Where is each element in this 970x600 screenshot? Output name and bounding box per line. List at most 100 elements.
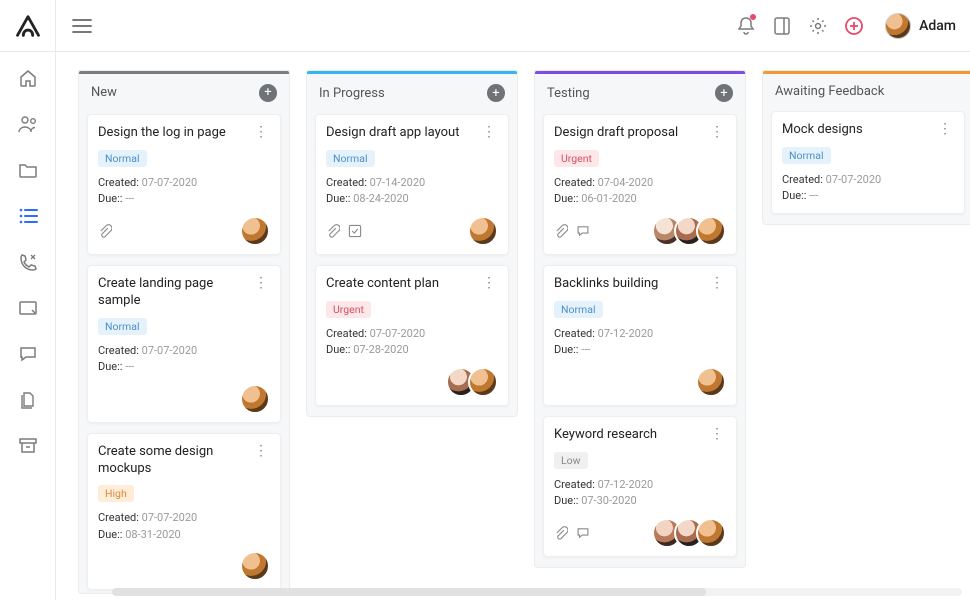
nav-files-icon[interactable] [16, 388, 40, 412]
top-bar: Adam [0, 0, 970, 52]
task-card[interactable]: Mock designs⋮NormalCreated: 07-07-2020Du… [771, 111, 965, 214]
card-title[interactable]: Create landing page sample [98, 276, 252, 310]
column-add-button[interactable]: + [487, 84, 505, 102]
meta-created-value: 07-07-2020 [142, 176, 198, 189]
user-menu[interactable]: Adam [885, 13, 956, 39]
task-card[interactable]: Keyword research⋮ Low Created: 07-12-2020D… [543, 416, 737, 557]
meta-due-value: --- [581, 343, 590, 356]
priority-badge: Normal [326, 150, 375, 167]
meta-created-label: Created: [782, 173, 823, 186]
card-menu-icon[interactable]: ⋮ [252, 276, 270, 290]
meta-created-value: 07-07-2020 [142, 511, 198, 524]
task-card[interactable]: Create landing page sample⋮NormalCreated… [87, 265, 281, 423]
column-title: New [91, 85, 259, 100]
nav-call-icon[interactable] [16, 250, 40, 274]
task-card[interactable]: Create content plan⋮UrgentCreated: 07-07… [315, 265, 509, 406]
meta-due-value: 08-31-2020 [125, 528, 181, 541]
meta-due-value: 06-01-2020 [581, 192, 637, 205]
nav-card-icon[interactable] [16, 296, 40, 320]
assignee-avatars[interactable] [652, 518, 726, 548]
nav-folder-icon[interactable] [16, 158, 40, 182]
nav-list-icon[interactable] [16, 204, 40, 228]
priority-badge: Normal [554, 301, 603, 318]
card-footer [98, 384, 270, 414]
column-cards: Design draft proposal⋮UrgentCreated: 07-… [535, 114, 745, 567]
card-meta: Created: 07-12-2020Due:: 07-30-2020 [554, 477, 726, 510]
meta-created-label: Created: [326, 327, 367, 340]
meta-due-label: Due:: [782, 189, 806, 202]
column-add-button[interactable]: + [715, 84, 733, 102]
priority-badge: Normal [98, 318, 147, 335]
task-card[interactable]: Design draft app layout⋮ Normal Created: 0… [315, 114, 509, 255]
card-title[interactable]: Design the log in page [98, 125, 252, 142]
column-title: In Progress [319, 86, 487, 101]
card-menu-icon[interactable]: ⋮ [936, 122, 954, 136]
horizontal-scrollbar-thumb[interactable] [112, 588, 706, 596]
task-card[interactable]: Create some design mockups⋮HighCreated: … [87, 433, 281, 591]
panel-icon[interactable] [771, 15, 793, 37]
column-cards: Design draft app layout⋮NormalCreated: 0… [307, 114, 517, 416]
card-title[interactable]: Backlinks building [554, 276, 708, 293]
card-meta: Created: 07-04-2020Due:: 06-01-2020 [554, 175, 726, 208]
task-card[interactable]: Design the log in page⋮NormalCreated: 07… [87, 114, 281, 255]
task-card[interactable]: Design draft proposal⋮ Urgent Created: 07-… [543, 114, 737, 255]
card-title[interactable]: Mock designs [782, 122, 936, 139]
card-menu-icon[interactable]: ⋮ [480, 276, 498, 290]
card-title[interactable]: Create content plan [326, 276, 480, 293]
assignee-avatars[interactable] [468, 216, 498, 246]
card-menu-icon[interactable]: ⋮ [708, 276, 726, 290]
add-button[interactable] [843, 15, 865, 37]
task-card[interactable]: Backlinks building⋮NormalCreated: 07-12-… [543, 265, 737, 406]
card-title[interactable]: Design draft app layout [326, 125, 480, 142]
card-title[interactable]: Design draft proposal [554, 125, 708, 142]
avatar [468, 367, 498, 397]
priority-badge: Low [554, 452, 588, 469]
meta-created-label: Created: [98, 511, 139, 524]
card-menu-icon[interactable]: ⋮ [708, 427, 726, 441]
avatar [468, 216, 498, 246]
priority-badge: Urgent [554, 150, 599, 167]
card-menu-icon[interactable]: ⋮ [708, 125, 726, 139]
notifications-icon[interactable] [735, 15, 757, 37]
column-awaiting: Awaiting Feedback Mock designs⋮NormalCrea… [762, 70, 970, 225]
meta-created-label: Created: [326, 176, 367, 189]
column-add-button[interactable]: + [259, 84, 277, 102]
nav-archive-icon[interactable] [16, 434, 40, 458]
column-new: New+Design the log in page⋮NormalCreated… [78, 70, 290, 594]
assignee-avatars[interactable] [652, 216, 726, 246]
meta-created-value: 07-04-2020 [598, 176, 654, 189]
card-footer [326, 216, 498, 246]
nav-chat-icon[interactable] [16, 342, 40, 366]
nav-home-icon[interactable] [16, 66, 40, 90]
assignee-avatars[interactable] [446, 367, 498, 397]
meta-due-value: --- [125, 360, 134, 373]
nav-people-icon[interactable] [16, 112, 40, 136]
avatar [240, 216, 270, 246]
brand-logo[interactable] [0, 0, 56, 52]
meta-created-value: 07-14-2020 [370, 176, 426, 189]
avatar [240, 384, 270, 414]
card-footer [554, 518, 726, 548]
check-icon [348, 224, 362, 238]
assignee-avatars[interactable] [240, 384, 270, 414]
card-menu-icon[interactable]: ⋮ [252, 444, 270, 458]
assignee-avatars[interactable] [240, 216, 270, 246]
meta-due-label: Due:: [98, 528, 122, 541]
settings-icon[interactable] [807, 15, 829, 37]
meta-due-label: Due:: [554, 343, 578, 356]
board-columns[interactable]: New+Design the log in page⋮NormalCreated… [56, 52, 970, 600]
meta-created-label: Created: [554, 478, 595, 491]
assignee-avatars[interactable] [696, 367, 726, 397]
column-title: Awaiting Feedback [775, 84, 961, 99]
assignee-avatars[interactable] [240, 551, 270, 581]
card-menu-icon[interactable]: ⋮ [252, 125, 270, 139]
menu-toggle-icon[interactable] [72, 18, 92, 34]
card-footer [554, 216, 726, 246]
card-footer [554, 367, 726, 397]
card-title[interactable]: Keyword research [554, 427, 708, 444]
card-title[interactable]: Create some design mockups [98, 444, 252, 478]
column-inprogress: In Progress+Design draft app layout⋮Norm… [306, 70, 518, 417]
column-cards: Mock designs⋮NormalCreated: 07-07-2020Du… [763, 111, 970, 224]
card-menu-icon[interactable]: ⋮ [480, 125, 498, 139]
column-header: New+ [79, 74, 289, 114]
